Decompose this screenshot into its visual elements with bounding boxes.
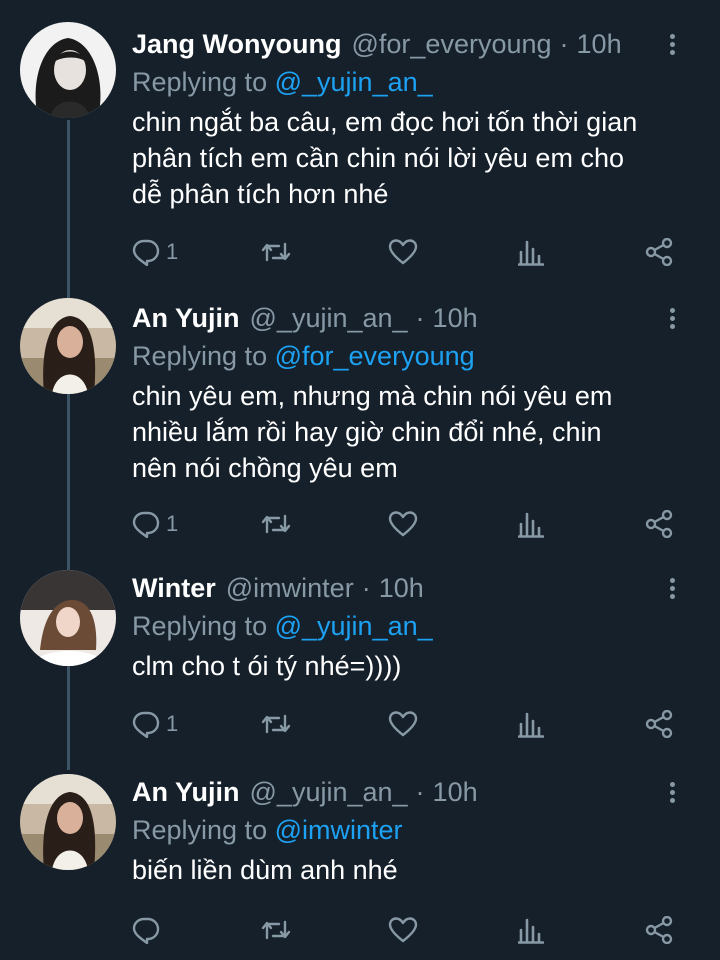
retweet-icon xyxy=(260,916,292,944)
share-icon xyxy=(644,238,674,266)
share-button[interactable] xyxy=(644,912,674,948)
author-name[interactable]: Winter xyxy=(132,570,216,606)
retweet-button[interactable] xyxy=(260,706,292,742)
tweet-header: Winter @imwinter · 10h xyxy=(132,570,696,606)
heart-icon xyxy=(388,710,418,738)
replying-to-line: Replying to @_yujin_an_ xyxy=(132,608,696,644)
author-name[interactable]: An Yujin xyxy=(132,300,240,336)
tweet-content: An Yujin @_yujin_an_ · 10h Replying to @… xyxy=(132,774,696,888)
analytics-icon xyxy=(518,916,544,944)
author-handle[interactable]: @imwinter xyxy=(226,570,354,606)
analytics-icon xyxy=(518,510,544,538)
share-icon xyxy=(644,710,674,738)
author-name[interactable]: An Yujin xyxy=(132,774,240,810)
analytics-icon xyxy=(518,710,544,738)
replying-to-label: Replying to xyxy=(132,815,268,845)
reply-button[interactable]: 1 xyxy=(132,234,178,270)
analytics-button[interactable] xyxy=(518,506,544,542)
author-name[interactable]: Jang Wonyoung xyxy=(132,26,342,62)
share-button[interactable] xyxy=(644,506,674,542)
separator-dot: · xyxy=(415,777,425,807)
tweet-text: chin ngắt ba câu, em đọc hơi tốn thời gi… xyxy=(132,107,638,209)
retweet-button[interactable] xyxy=(260,234,292,270)
tweet-text: chin yêu em, nhưng mà chin nói yêu em nh… xyxy=(132,381,613,483)
replying-to-line: Replying to @for_everyoung xyxy=(132,338,696,374)
avatar[interactable] xyxy=(20,298,116,394)
replying-to-mention[interactable]: @_yujin_an_ xyxy=(275,67,433,97)
replying-to-line: Replying to @imwinter xyxy=(132,812,696,848)
analytics-button[interactable] xyxy=(518,234,544,270)
separator-dot: · xyxy=(361,573,371,603)
replying-to-line: Replying to @_yujin_an_ xyxy=(132,64,696,100)
avatar[interactable] xyxy=(20,774,116,870)
more-vertical-icon[interactable] xyxy=(662,774,682,810)
tweet-content: Jang Wonyoung @for_everyoung · 10h Reply… xyxy=(132,26,696,212)
tweet-actions: 1 xyxy=(132,506,692,542)
timestamp[interactable]: 10h xyxy=(433,774,478,810)
retweet-button[interactable] xyxy=(260,506,292,542)
reply-thread: Jang Wonyoung @for_everyoung · 10h Reply… xyxy=(0,0,720,960)
timestamp[interactable]: 10h xyxy=(577,26,622,62)
retweet-icon xyxy=(260,510,292,538)
more-vertical-icon[interactable] xyxy=(662,26,682,62)
like-button[interactable] xyxy=(388,506,418,542)
tweet-header: An Yujin @_yujin_an_ · 10h xyxy=(132,300,696,336)
reply-count: 1 xyxy=(166,239,179,264)
reply-icon xyxy=(132,510,160,538)
author-handle[interactable]: @_yujin_an_ xyxy=(250,774,408,810)
tweet-actions: 1 xyxy=(132,706,692,742)
tweet-header: Jang Wonyoung @for_everyoung · 10h xyxy=(132,26,696,62)
tweet-content: An Yujin @_yujin_an_ · 10h Replying to @… xyxy=(132,300,696,486)
share-button[interactable] xyxy=(644,706,674,742)
more-vertical-icon[interactable] xyxy=(662,570,682,606)
heart-icon xyxy=(388,916,418,944)
timestamp[interactable]: 10h xyxy=(379,570,424,606)
reply-count: 1 xyxy=(166,511,179,536)
heart-icon xyxy=(388,510,418,538)
timestamp[interactable]: 10h xyxy=(433,300,478,336)
replying-to-label: Replying to xyxy=(132,67,268,97)
reply-button[interactable] xyxy=(132,912,166,948)
replying-to-label: Replying to xyxy=(132,341,268,371)
replying-to-mention[interactable]: @_yujin_an_ xyxy=(275,611,433,641)
reply-button[interactable]: 1 xyxy=(132,506,178,542)
reply-icon xyxy=(132,916,160,944)
analytics-icon xyxy=(518,238,544,266)
heart-icon xyxy=(388,238,418,266)
more-vertical-icon[interactable] xyxy=(662,300,682,336)
tweet-text: clm cho t ói tý nhé=)))) xyxy=(132,651,402,681)
like-button[interactable] xyxy=(388,912,418,948)
separator-dot: · xyxy=(559,29,569,59)
share-icon xyxy=(644,916,674,944)
reply-icon xyxy=(132,238,160,266)
replying-to-mention[interactable]: @for_everyoung xyxy=(275,341,475,371)
tweet-text: biến liền dùm anh nhé xyxy=(132,855,398,885)
separator-dot: · xyxy=(415,303,425,333)
analytics-button[interactable] xyxy=(518,912,544,948)
tweet-actions: 1 xyxy=(132,234,692,270)
tweet-content: Winter @imwinter · 10h Replying to @_yuj… xyxy=(132,570,696,684)
avatar[interactable] xyxy=(20,22,116,118)
tweet-header: An Yujin @_yujin_an_ · 10h xyxy=(132,774,696,810)
reply-button[interactable]: 1 xyxy=(132,706,178,742)
replying-to-mention[interactable]: @imwinter xyxy=(275,815,403,845)
retweet-button[interactable] xyxy=(260,912,292,948)
retweet-icon xyxy=(260,710,292,738)
share-button[interactable] xyxy=(644,234,674,270)
author-handle[interactable]: @_yujin_an_ xyxy=(250,300,408,336)
like-button[interactable] xyxy=(388,706,418,742)
thread-connector-line xyxy=(67,120,70,770)
tweet-actions xyxy=(132,912,692,948)
author-handle[interactable]: @for_everyoung xyxy=(352,26,552,62)
replying-to-label: Replying to xyxy=(132,611,268,641)
share-icon xyxy=(644,510,674,538)
avatar[interactable] xyxy=(20,570,116,666)
retweet-icon xyxy=(260,238,292,266)
analytics-button[interactable] xyxy=(518,706,544,742)
reply-icon xyxy=(132,710,160,738)
like-button[interactable] xyxy=(388,234,418,270)
reply-count: 1 xyxy=(166,711,179,736)
